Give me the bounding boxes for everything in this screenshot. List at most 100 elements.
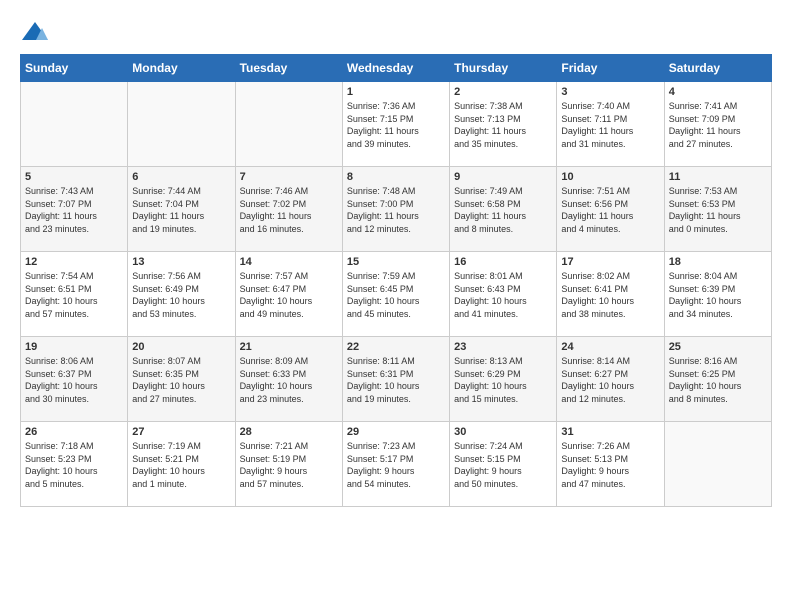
day-header-friday: Friday (557, 55, 664, 82)
week-row-1: 1 Sunrise: 7:36 AM Sunset: 7:15 PM Daylig… (21, 82, 772, 167)
day-header-thursday: Thursday (450, 55, 557, 82)
cell-content: Sunrise: 8:01 AM Sunset: 6:43 PM Dayligh… (454, 270, 552, 320)
calendar-cell: 11 Sunrise: 7:53 AM Sunset: 6:53 PM Dayli… (664, 167, 771, 252)
cell-content: Sunrise: 7:46 AM Sunset: 7:02 PM Dayligh… (240, 185, 338, 235)
cell-content: Sunrise: 8:14 AM Sunset: 6:27 PM Dayligh… (561, 355, 659, 405)
day-number: 27 (132, 426, 230, 438)
day-number: 25 (669, 341, 767, 353)
day-number: 26 (25, 426, 123, 438)
day-number: 7 (240, 171, 338, 183)
week-row-4: 19Sunrise: 8:06 AM Sunset: 6:37 PM Dayli… (21, 337, 772, 422)
cell-content: Sunrise: 7:53 AM Sunset: 6:53 PM Dayligh… (669, 185, 767, 235)
cell-content: Sunrise: 7:48 AM Sunset: 7:00 PM Dayligh… (347, 185, 445, 235)
day-number: 15 (347, 256, 445, 268)
day-header-sunday: Sunday (21, 55, 128, 82)
calendar-cell: 12Sunrise: 7:54 AM Sunset: 6:51 PM Dayli… (21, 252, 128, 337)
calendar-cell (21, 82, 128, 167)
day-header-tuesday: Tuesday (235, 55, 342, 82)
week-row-5: 26 Sunrise: 7:18 AM Sunset: 5:23 PM Dayli… (21, 422, 772, 507)
calendar-cell: 29 Sunrise: 7:23 AM Sunset: 5:17 PM Dayli… (342, 422, 449, 507)
cell-content: Sunrise: 7:54 AM Sunset: 6:51 PM Dayligh… (25, 270, 123, 320)
cell-content: Sunrise: 7:19 AM Sunset: 5:21 PM Dayligh… (132, 440, 230, 490)
cell-content: Sunrise: 7:59 AM Sunset: 6:45 PM Dayligh… (347, 270, 445, 320)
calendar-cell: 26 Sunrise: 7:18 AM Sunset: 5:23 PM Dayli… (21, 422, 128, 507)
cell-content: Sunrise: 7:41 AM Sunset: 7:09 PM Dayligh… (669, 100, 767, 150)
cell-content: Sunrise: 7:51 AM Sunset: 6:56 PM Dayligh… (561, 185, 659, 235)
calendar-cell: 1 Sunrise: 7:36 AM Sunset: 7:15 PM Daylig… (342, 82, 449, 167)
calendar-cell: 5 Sunrise: 7:43 AM Sunset: 7:07 PM Daylig… (21, 167, 128, 252)
cell-content: Sunrise: 7:24 AM Sunset: 5:15 PM Dayligh… (454, 440, 552, 490)
day-number: 5 (25, 171, 123, 183)
calendar-cell: 21 Sunrise: 8:09 AM Sunset: 6:33 PM Dayli… (235, 337, 342, 422)
day-number: 24 (561, 341, 659, 353)
day-number: 14 (240, 256, 338, 268)
day-number: 13 (132, 256, 230, 268)
calendar-cell: 19Sunrise: 8:06 AM Sunset: 6:37 PM Dayli… (21, 337, 128, 422)
day-number: 17 (561, 256, 659, 268)
calendar-cell: 15 Sunrise: 7:59 AM Sunset: 6:45 PM Dayli… (342, 252, 449, 337)
cell-content: Sunrise: 7:43 AM Sunset: 7:07 PM Dayligh… (25, 185, 123, 235)
calendar-cell: 6 Sunrise: 7:44 AM Sunset: 7:04 PM Daylig… (128, 167, 235, 252)
day-number: 10 (561, 171, 659, 183)
calendar-cell (664, 422, 771, 507)
cell-content: Sunrise: 8:06 AM Sunset: 6:37 PM Dayligh… (25, 355, 123, 405)
logo (20, 20, 54, 44)
cell-content: Sunrise: 8:09 AM Sunset: 6:33 PM Dayligh… (240, 355, 338, 405)
cell-content: Sunrise: 7:36 AM Sunset: 7:15 PM Dayligh… (347, 100, 445, 150)
cell-content: Sunrise: 7:23 AM Sunset: 5:17 PM Dayligh… (347, 440, 445, 490)
calendar-table: SundayMondayTuesdayWednesdayThursdayFrid… (20, 54, 772, 507)
day-number: 30 (454, 426, 552, 438)
week-row-3: 12Sunrise: 7:54 AM Sunset: 6:51 PM Dayli… (21, 252, 772, 337)
cell-content: Sunrise: 8:04 AM Sunset: 6:39 PM Dayligh… (669, 270, 767, 320)
calendar-cell: 13 Sunrise: 7:56 AM Sunset: 6:49 PM Dayli… (128, 252, 235, 337)
day-number: 22 (347, 341, 445, 353)
cell-content: Sunrise: 8:16 AM Sunset: 6:25 PM Dayligh… (669, 355, 767, 405)
calendar-cell: 16 Sunrise: 8:01 AM Sunset: 6:43 PM Dayli… (450, 252, 557, 337)
week-row-2: 5 Sunrise: 7:43 AM Sunset: 7:07 PM Daylig… (21, 167, 772, 252)
calendar-cell: 17 Sunrise: 8:02 AM Sunset: 6:41 PM Dayli… (557, 252, 664, 337)
day-number: 9 (454, 171, 552, 183)
cell-content: Sunrise: 8:02 AM Sunset: 6:41 PM Dayligh… (561, 270, 659, 320)
cell-content: Sunrise: 7:38 AM Sunset: 7:13 PM Dayligh… (454, 100, 552, 150)
cell-content: Sunrise: 7:56 AM Sunset: 6:49 PM Dayligh… (132, 270, 230, 320)
calendar-cell: 30 Sunrise: 7:24 AM Sunset: 5:15 PM Dayli… (450, 422, 557, 507)
calendar-cell: 27 Sunrise: 7:19 AM Sunset: 5:21 PM Dayli… (128, 422, 235, 507)
calendar-cell: 14 Sunrise: 7:57 AM Sunset: 6:47 PM Dayli… (235, 252, 342, 337)
day-number: 11 (669, 171, 767, 183)
cell-content: Sunrise: 7:18 AM Sunset: 5:23 PM Dayligh… (25, 440, 123, 490)
cell-content: Sunrise: 7:44 AM Sunset: 7:04 PM Dayligh… (132, 185, 230, 235)
calendar-cell (235, 82, 342, 167)
logo-icon (20, 20, 50, 44)
calendar-cell (128, 82, 235, 167)
calendar-cell: 10 Sunrise: 7:51 AM Sunset: 6:56 PM Dayli… (557, 167, 664, 252)
day-number: 4 (669, 86, 767, 98)
calendar-cell: 8 Sunrise: 7:48 AM Sunset: 7:00 PM Daylig… (342, 167, 449, 252)
day-number: 6 (132, 171, 230, 183)
calendar-cell: 2Sunrise: 7:38 AM Sunset: 7:13 PM Daylig… (450, 82, 557, 167)
calendar-cell: 7 Sunrise: 7:46 AM Sunset: 7:02 PM Daylig… (235, 167, 342, 252)
day-number: 3 (561, 86, 659, 98)
day-header-saturday: Saturday (664, 55, 771, 82)
day-number: 31 (561, 426, 659, 438)
cell-content: Sunrise: 8:07 AM Sunset: 6:35 PM Dayligh… (132, 355, 230, 405)
day-number: 18 (669, 256, 767, 268)
cell-content: Sunrise: 7:49 AM Sunset: 6:58 PM Dayligh… (454, 185, 552, 235)
calendar-cell: 24 Sunrise: 8:14 AM Sunset: 6:27 PM Dayli… (557, 337, 664, 422)
calendar-cell: 3Sunrise: 7:40 AM Sunset: 7:11 PM Daylig… (557, 82, 664, 167)
day-number: 21 (240, 341, 338, 353)
calendar-cell: 22Sunrise: 8:11 AM Sunset: 6:31 PM Dayli… (342, 337, 449, 422)
day-number: 28 (240, 426, 338, 438)
day-number: 20 (132, 341, 230, 353)
calendar-cell: 20 Sunrise: 8:07 AM Sunset: 6:35 PM Dayli… (128, 337, 235, 422)
day-header-monday: Monday (128, 55, 235, 82)
day-number: 8 (347, 171, 445, 183)
day-header-wednesday: Wednesday (342, 55, 449, 82)
calendar-cell: 25 Sunrise: 8:16 AM Sunset: 6:25 PM Dayli… (664, 337, 771, 422)
page-header (20, 20, 772, 44)
cell-content: Sunrise: 7:26 AM Sunset: 5:13 PM Dayligh… (561, 440, 659, 490)
calendar-cell: 31 Sunrise: 7:26 AM Sunset: 5:13 PM Dayli… (557, 422, 664, 507)
day-number: 16 (454, 256, 552, 268)
cell-content: Sunrise: 7:57 AM Sunset: 6:47 PM Dayligh… (240, 270, 338, 320)
day-number: 29 (347, 426, 445, 438)
day-number: 1 (347, 86, 445, 98)
